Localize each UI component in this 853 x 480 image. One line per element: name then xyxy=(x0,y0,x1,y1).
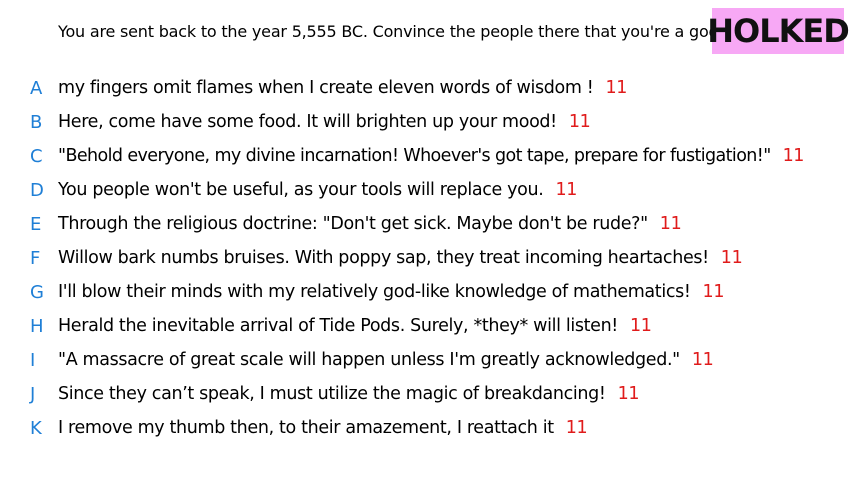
answer-text: Willow bark numbs bruises. With poppy sa… xyxy=(58,248,743,268)
answer-body: Since they can’t speak, I must utilize t… xyxy=(58,384,606,404)
answer-score: 11 xyxy=(568,112,591,132)
answer-text: "A massacre of great scale will happen u… xyxy=(58,350,714,370)
answer-body: my fingers omit flames when I create ele… xyxy=(58,78,594,98)
answer-score: 11 xyxy=(702,282,725,302)
answer-letter: C xyxy=(30,145,43,167)
answer-score: 11 xyxy=(605,78,628,98)
answer-letter: J xyxy=(30,383,36,405)
answer-body: I'll blow their minds with my relatively… xyxy=(58,282,691,302)
answer-body: Willow bark numbs bruises. With poppy sa… xyxy=(58,248,709,268)
answer-score: 11 xyxy=(629,316,652,336)
holked-logo: HOLKED xyxy=(707,8,850,54)
answer-body: Here, come have some food. It will brigh… xyxy=(58,112,557,132)
answer-letter: E xyxy=(30,213,42,235)
answer-letter: A xyxy=(30,77,43,99)
answer-score: 11 xyxy=(565,418,588,438)
answer-score: 11 xyxy=(555,180,578,200)
answer-letter: I xyxy=(30,349,36,371)
answer-score: 11 xyxy=(659,214,682,234)
answer-text: You people won't be useful, as your tool… xyxy=(58,180,577,200)
answer-body: You people won't be useful, as your tool… xyxy=(58,180,544,200)
answer-text: Herald the inevitable arrival of Tide Po… xyxy=(58,316,652,336)
answer-score: 11 xyxy=(691,350,714,370)
answer-body: I remove my thumb then, to their amazeme… xyxy=(58,418,554,438)
answer-score: 11 xyxy=(617,384,640,404)
answer-body: Through the religious doctrine: "Don't g… xyxy=(58,214,648,234)
answer-letter: H xyxy=(30,315,44,337)
answer-text: I remove my thumb then, to their amazeme… xyxy=(58,418,588,438)
answer-text: Since they can’t speak, I must utilize t… xyxy=(58,384,639,404)
answer-text: my fingers omit flames when I create ele… xyxy=(58,78,627,98)
answer-letter: G xyxy=(30,281,44,303)
answer-letter: B xyxy=(30,111,43,133)
answer-letter: F xyxy=(30,247,41,269)
answer-score: 11 xyxy=(782,146,805,166)
answer-body: Herald the inevitable arrival of Tide Po… xyxy=(58,316,618,336)
answer-body: "A massacre of great scale will happen u… xyxy=(58,350,680,370)
answer-text: Here, come have some food. It will brigh… xyxy=(58,112,591,132)
answer-text: Through the religious doctrine: "Don't g… xyxy=(58,214,682,234)
answer-text: "Behold everyone, my divine incarnation!… xyxy=(58,146,804,166)
answer-letter: D xyxy=(30,179,44,201)
answer-letter: K xyxy=(30,417,42,439)
answer-text: I'll blow their minds with my relatively… xyxy=(58,282,724,302)
answer-body: "Behold everyone, my divine incarnation!… xyxy=(58,146,771,166)
answer-score: 11 xyxy=(720,248,743,268)
prompt-text: You are sent back to the year 5,555 BC. … xyxy=(58,22,724,41)
